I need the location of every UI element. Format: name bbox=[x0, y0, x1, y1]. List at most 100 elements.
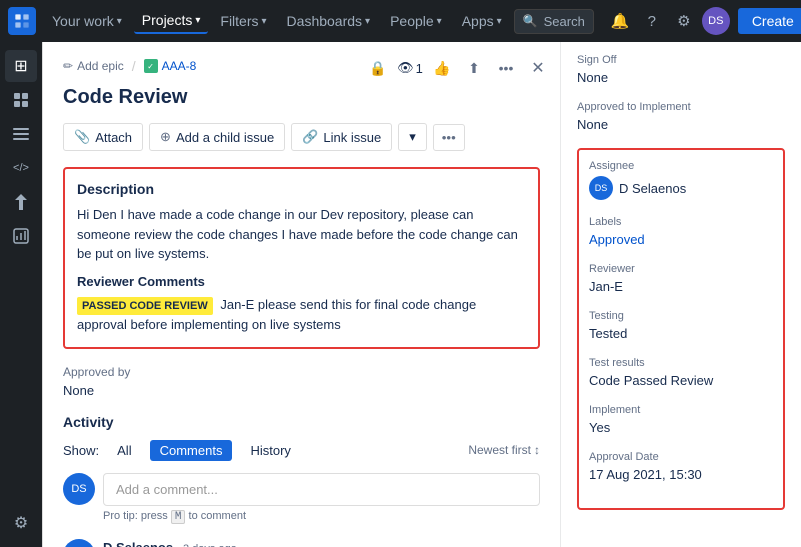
like-button[interactable]: 👍 bbox=[428, 54, 456, 82]
implement-field: Implement Yes bbox=[589, 404, 773, 435]
add-epic-button[interactable]: ✏ Add epic bbox=[63, 59, 124, 73]
sidebar-item-board[interactable] bbox=[5, 84, 37, 116]
app-logo[interactable] bbox=[8, 7, 36, 35]
toolbar-more-button[interactable]: ••• bbox=[433, 124, 465, 151]
reviewer-comment-text: PASSED CODE REVIEW Jan-E please send thi… bbox=[77, 295, 526, 335]
implement-value: Yes bbox=[589, 420, 773, 435]
description-title: Description bbox=[77, 181, 526, 197]
comment-author: D Selaenos bbox=[103, 540, 173, 547]
testing-field: Testing Tested bbox=[589, 310, 773, 341]
comment-time: 3 days ago bbox=[183, 543, 237, 547]
right-details-section: Assignee DS D Selaenos Labels Approved R… bbox=[577, 148, 785, 510]
implement-label: Implement bbox=[589, 404, 773, 416]
issue-title: Code Review bbox=[63, 86, 540, 109]
assignee-field: Assignee DS D Selaenos bbox=[589, 160, 773, 200]
newest-first-button[interactable]: Newest first ↕ bbox=[468, 443, 540, 457]
passed-badge: PASSED CODE REVIEW bbox=[77, 297, 213, 316]
approved-by-value: None bbox=[63, 383, 540, 398]
link-icon: 🔗 bbox=[302, 129, 318, 145]
sidebar-item-code[interactable]: </> bbox=[5, 152, 37, 184]
filter-comments-button[interactable]: Comments bbox=[150, 440, 233, 461]
sign-off-value: None bbox=[577, 70, 785, 85]
sidebar-item-settings[interactable]: ⚙ bbox=[5, 507, 37, 539]
search-bar[interactable]: 🔍 Search bbox=[514, 9, 594, 34]
nav-filters[interactable]: Filters ▾ bbox=[212, 9, 274, 33]
comment-input-row: DS Add a comment... Pro tip: press M to … bbox=[63, 473, 540, 523]
pro-tip-text: Pro tip: press M to comment bbox=[103, 510, 540, 523]
approval-date-field: Approval Date 17 Aug 2021, 15:30 bbox=[589, 451, 773, 482]
reviewer-field: Reviewer Jan-E bbox=[589, 263, 773, 294]
labels-label: Labels bbox=[589, 216, 773, 228]
nav-your-work[interactable]: Your work ▾ bbox=[44, 9, 130, 33]
test-results-label: Test results bbox=[589, 357, 773, 369]
chevron-down-icon: ▾ bbox=[365, 16, 370, 27]
reviewer-comments-title: Reviewer Comments bbox=[77, 274, 526, 289]
test-results-value: Code Passed Review bbox=[589, 373, 773, 388]
separator: / bbox=[132, 58, 136, 74]
issue-key[interactable]: ✓ AAA-8 bbox=[144, 59, 197, 73]
test-results-field: Test results Code Passed Review bbox=[589, 357, 773, 388]
child-icon: ⊕ bbox=[160, 129, 171, 145]
watch-button[interactable]: 👁 1 bbox=[396, 54, 424, 82]
issue-left-panel: ✏ Add epic / ✓ AAA-8 🔒 👁 1 👍 ⬆ ••• bbox=[43, 42, 561, 547]
more-options-button[interactable]: ••• bbox=[492, 54, 520, 82]
sidebar-item-releases[interactable] bbox=[5, 186, 37, 218]
help-button[interactable]: ? bbox=[638, 7, 666, 35]
sidebar-item-reports[interactable] bbox=[5, 220, 37, 252]
left-sidebar: ⊞ </> ⚙ bbox=[0, 42, 42, 547]
share-button[interactable]: ⬆ bbox=[460, 54, 488, 82]
nav-projects[interactable]: Projects ▾ bbox=[134, 8, 209, 34]
sidebar-item-list[interactable] bbox=[5, 118, 37, 150]
toolbar-dropdown-button[interactable]: ▾ bbox=[398, 123, 427, 151]
pencil-icon: ✏ bbox=[63, 59, 73, 73]
create-button[interactable]: Create bbox=[738, 8, 801, 34]
add-child-issue-button[interactable]: ⊕ Add a child issue bbox=[149, 123, 285, 151]
activity-filter-row: Show: All Comments History Newest first … bbox=[63, 440, 540, 461]
issue-panel: ✏ Add epic / ✓ AAA-8 🔒 👁 1 👍 ⬆ ••• bbox=[42, 42, 801, 547]
close-button[interactable]: ✕ bbox=[524, 54, 552, 82]
assignee-row: DS D Selaenos bbox=[589, 176, 773, 200]
reviewer-value: Jan-E bbox=[589, 279, 773, 294]
sign-off-field: Sign Off None bbox=[577, 54, 785, 85]
labels-field: Labels Approved bbox=[589, 216, 773, 247]
attach-icon: 📎 bbox=[74, 129, 90, 145]
chevron-down-icon: ▾ bbox=[262, 16, 267, 27]
show-label: Show: bbox=[63, 443, 99, 458]
notifications-button[interactable]: 🔔 bbox=[606, 7, 634, 35]
approved-to-implement-label: Approved to Implement bbox=[577, 101, 785, 113]
attach-button[interactable]: 📎 Attach bbox=[63, 123, 143, 151]
link-issue-button[interactable]: 🔗 Link issue bbox=[291, 123, 392, 151]
nav-dashboards[interactable]: Dashboards ▾ bbox=[279, 9, 379, 33]
issue-right-panel: Sign Off None Approved to Implement None… bbox=[561, 42, 801, 547]
current-user-avatar: DS bbox=[63, 473, 95, 505]
lock-icon[interactable]: 🔒 bbox=[364, 54, 392, 82]
search-icon: 🔍 bbox=[523, 14, 538, 28]
commenter-avatar: DS bbox=[63, 539, 95, 547]
approval-date-value: 17 Aug 2021, 15:30 bbox=[589, 467, 773, 482]
user-avatar[interactable]: DS bbox=[702, 7, 730, 35]
description-section: Description Hi Den I have made a code ch… bbox=[63, 167, 540, 349]
issue-toolbar: 📎 Attach ⊕ Add a child issue 🔗 Link issu… bbox=[63, 123, 540, 151]
sidebar-item-home[interactable]: ⊞ bbox=[5, 50, 37, 82]
activity-section: Activity Show: All Comments History Newe… bbox=[63, 414, 540, 547]
labels-value[interactable]: Approved bbox=[589, 232, 773, 247]
assignee-value: D Selaenos bbox=[619, 181, 686, 196]
sign-off-label: Sign Off bbox=[577, 54, 785, 66]
comment-input[interactable]: Add a comment... bbox=[103, 473, 540, 506]
approved-to-implement-value: None bbox=[577, 117, 785, 132]
chevron-down-icon: ▾ bbox=[437, 16, 442, 27]
comment-content: D Selaenos 3 days ago Thanks Dan now the… bbox=[103, 539, 540, 547]
top-navigation: Your work ▾ Projects ▾ Filters ▾ Dashboa… bbox=[0, 0, 801, 42]
filter-history-button[interactable]: History bbox=[240, 440, 300, 461]
filter-all-button[interactable]: All bbox=[107, 440, 141, 461]
main-area: ✏ Add epic / ✓ AAA-8 🔒 👁 1 👍 ⬆ ••• bbox=[42, 42, 801, 547]
eye-icon: 👁 bbox=[397, 60, 414, 76]
settings-button[interactable]: ⚙ bbox=[670, 7, 698, 35]
approved-by-label: Approved by bbox=[63, 365, 540, 379]
chevron-down-icon: ▾ bbox=[497, 16, 502, 27]
chevron-down-icon: ▾ bbox=[117, 16, 122, 27]
nav-people[interactable]: People ▾ bbox=[382, 9, 450, 33]
nav-apps[interactable]: Apps ▾ bbox=[454, 9, 510, 33]
description-text: Hi Den I have made a code change in our … bbox=[77, 205, 526, 264]
approved-by-section: Approved by None bbox=[63, 365, 540, 398]
